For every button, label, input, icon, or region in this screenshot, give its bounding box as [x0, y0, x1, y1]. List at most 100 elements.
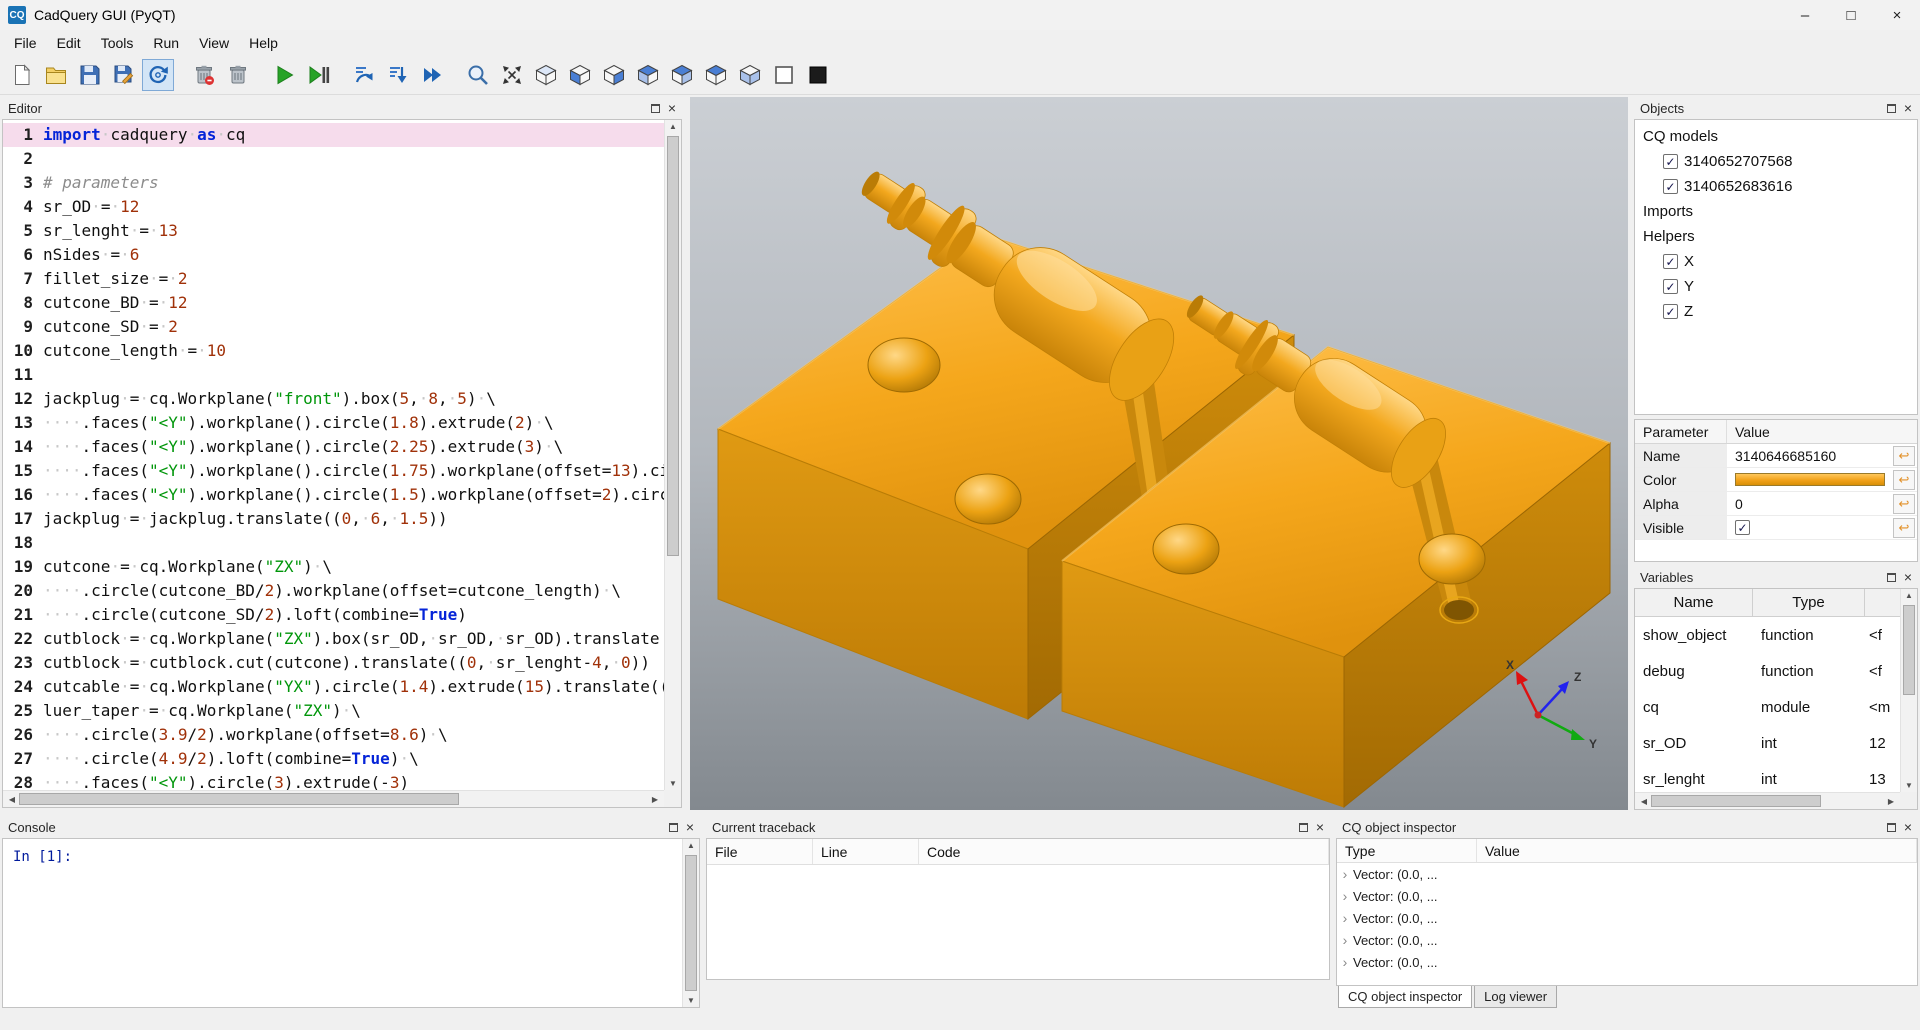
- editor-line[interactable]: 25luer_taper·=·cq.Workplane("ZX")·\: [3, 699, 664, 723]
- open-script-button[interactable]: [40, 59, 72, 91]
- scroll-up-icon[interactable]: ▲: [665, 122, 681, 131]
- fit-all-button[interactable]: [496, 59, 528, 91]
- autoreload-button[interactable]: [142, 59, 174, 91]
- back-view-button[interactable]: [598, 59, 630, 91]
- editor-line[interactable]: 4sr_OD·=·12: [3, 195, 664, 219]
- menu-item-file[interactable]: File: [4, 32, 47, 54]
- property-value[interactable]: 0: [1727, 496, 1893, 512]
- visible-checkbox[interactable]: ✓: [1735, 520, 1750, 535]
- editor-line[interactable]: 12jackplug·=·cq.Workplane("front").box(5…: [3, 387, 664, 411]
- checkbox[interactable]: ✓: [1663, 254, 1678, 269]
- iso-view-button[interactable]: [530, 59, 562, 91]
- menu-item-edit[interactable]: Edit: [47, 32, 91, 54]
- editor-line[interactable]: 1import·cadquery·as·cq: [3, 123, 664, 147]
- editor-line[interactable]: 7fillet_size·=·2: [3, 267, 664, 291]
- save-as-button[interactable]: [108, 59, 140, 91]
- step-over-button[interactable]: [348, 59, 380, 91]
- tab-cq-object-inspector[interactable]: CQ object inspector: [1338, 986, 1472, 1008]
- inspector-row[interactable]: ›Vector: (0.0, ...: [1337, 863, 1917, 885]
- new-script-button[interactable]: [6, 59, 38, 91]
- delete-objects-button[interactable]: [222, 59, 254, 91]
- expand-icon[interactable]: ›: [1337, 910, 1353, 926]
- editor-line[interactable]: 18: [3, 531, 664, 555]
- editor-line[interactable]: 24cutcable·=·cq.Workplane("YX").circle(1…: [3, 675, 664, 699]
- render-button[interactable]: [268, 59, 300, 91]
- variable-row[interactable]: debugfunction<f: [1635, 653, 1900, 689]
- scroll-down-icon[interactable]: ▼: [683, 996, 699, 1005]
- editor-line[interactable]: 9cutcone_SD·=·2: [3, 315, 664, 339]
- continue-button[interactable]: [416, 59, 448, 91]
- bottom-view-button[interactable]: [734, 59, 766, 91]
- float-panel-icon[interactable]: [1887, 823, 1896, 832]
- right-view-button[interactable]: [666, 59, 698, 91]
- variable-row[interactable]: cqmodule<m: [1635, 689, 1900, 725]
- float-panel-icon[interactable]: [1299, 823, 1308, 832]
- scroll-down-icon[interactable]: ▼: [665, 779, 681, 788]
- variables-vertical-scrollbar[interactable]: ▲ ▼: [1900, 589, 1917, 792]
- inspector-row[interactable]: ›Vector: (0.0, ...: [1337, 907, 1917, 929]
- scroll-right-icon[interactable]: ▶: [1886, 797, 1896, 806]
- console-body[interactable]: In [1]: ▲ ▼: [2, 838, 700, 1008]
- menu-item-view[interactable]: View: [189, 32, 239, 54]
- close-panel-icon[interactable]: ×: [686, 822, 694, 832]
- top-view-button[interactable]: [700, 59, 732, 91]
- editor-line[interactable]: 3# parameters: [3, 171, 664, 195]
- editor-line[interactable]: 26····.circle(3.9/2).workplane(offset=8.…: [3, 723, 664, 747]
- editor-line[interactable]: 20····.circle(cutcone_BD/2).workplane(of…: [3, 579, 664, 603]
- scroll-up-icon[interactable]: ▲: [683, 841, 699, 850]
- expand-icon[interactable]: ›: [1337, 866, 1353, 882]
- expand-icon[interactable]: ›: [1337, 888, 1353, 904]
- editor-line[interactable]: 28····.faces("<Y").circle(3).extrude(-3): [3, 771, 664, 790]
- console-vertical-scrollbar[interactable]: ▲ ▼: [682, 839, 699, 1007]
- checkbox[interactable]: ✓: [1663, 304, 1678, 319]
- editor-line[interactable]: 13····.faces("<Y").workplane().circle(1.…: [3, 411, 664, 435]
- viewport-3d[interactable]: X Z Y: [690, 97, 1628, 810]
- property-value[interactable]: [1727, 473, 1893, 486]
- cad-scene[interactable]: X Z Y: [690, 97, 1628, 810]
- scroll-left-icon[interactable]: ◀: [1639, 797, 1649, 806]
- float-panel-icon[interactable]: [669, 823, 678, 832]
- float-panel-icon[interactable]: [651, 104, 660, 113]
- editor-line[interactable]: 5sr_lenght·=·13: [3, 219, 664, 243]
- close-panel-icon[interactable]: ×: [1904, 572, 1912, 582]
- editor-line[interactable]: 14····.faces("<Y").workplane().circle(2.…: [3, 435, 664, 459]
- editor-line[interactable]: 15····.faces("<Y").workplane().circle(1.…: [3, 459, 664, 483]
- scroll-left-icon[interactable]: ◀: [7, 795, 17, 804]
- editor-line[interactable]: 22cutblock·=·cq.Workplane("ZX").box(sr_O…: [3, 627, 664, 651]
- tree-item[interactable]: ✓X: [1637, 249, 1915, 274]
- property-value[interactable]: ✓: [1727, 520, 1893, 535]
- close-panel-icon[interactable]: ×: [1904, 822, 1912, 832]
- editor-line[interactable]: 2: [3, 147, 664, 171]
- reset-button[interactable]: ↩: [1893, 470, 1915, 490]
- variable-row[interactable]: sr_ODint12: [1635, 725, 1900, 761]
- variables-horizontal-scrollbar[interactable]: ◀ ▶: [1635, 792, 1900, 809]
- editor-line[interactable]: 16····.faces("<Y").workplane().circle(1.…: [3, 483, 664, 507]
- checkbox[interactable]: ✓: [1663, 179, 1678, 194]
- tree-item[interactable]: ✓3140652683616: [1637, 174, 1915, 199]
- editor-vertical-scrollbar[interactable]: ▲ ▼: [664, 120, 681, 790]
- console-prompt[interactable]: In [1]:: [3, 839, 699, 865]
- float-panel-icon[interactable]: [1887, 573, 1896, 582]
- tab-log-viewer[interactable]: Log viewer: [1474, 986, 1557, 1008]
- close-panel-icon[interactable]: ×: [1904, 103, 1912, 113]
- front-view-button[interactable]: [564, 59, 596, 91]
- menu-item-tools[interactable]: Tools: [91, 32, 144, 54]
- editor-line[interactable]: 10cutcone_length·=·10: [3, 339, 664, 363]
- wireframe-button[interactable]: [768, 59, 800, 91]
- scroll-right-icon[interactable]: ▶: [650, 795, 660, 804]
- editor-horizontal-scrollbar[interactable]: ◀ ▶: [3, 790, 664, 807]
- clear-console-button[interactable]: [188, 59, 220, 91]
- expand-icon[interactable]: ›: [1337, 954, 1353, 970]
- editor-line[interactable]: 21····.circle(cutcone_SD/2).loft(combine…: [3, 603, 664, 627]
- save-script-button[interactable]: [74, 59, 106, 91]
- close-button[interactable]: ×: [1874, 0, 1920, 30]
- inspector-row[interactable]: ›Vector: (0.0, ...: [1337, 929, 1917, 951]
- tree-item[interactable]: ✓Z: [1637, 299, 1915, 324]
- shaded-button[interactable]: [802, 59, 834, 91]
- inspector-row[interactable]: ›Vector: (0.0, ...: [1337, 885, 1917, 907]
- tree-item[interactable]: ✓3140652707568: [1637, 149, 1915, 174]
- color-swatch[interactable]: [1735, 473, 1885, 486]
- close-panel-icon[interactable]: ×: [668, 103, 676, 113]
- minimize-button[interactable]: –: [1782, 0, 1828, 30]
- scroll-up-icon[interactable]: ▲: [1901, 591, 1917, 600]
